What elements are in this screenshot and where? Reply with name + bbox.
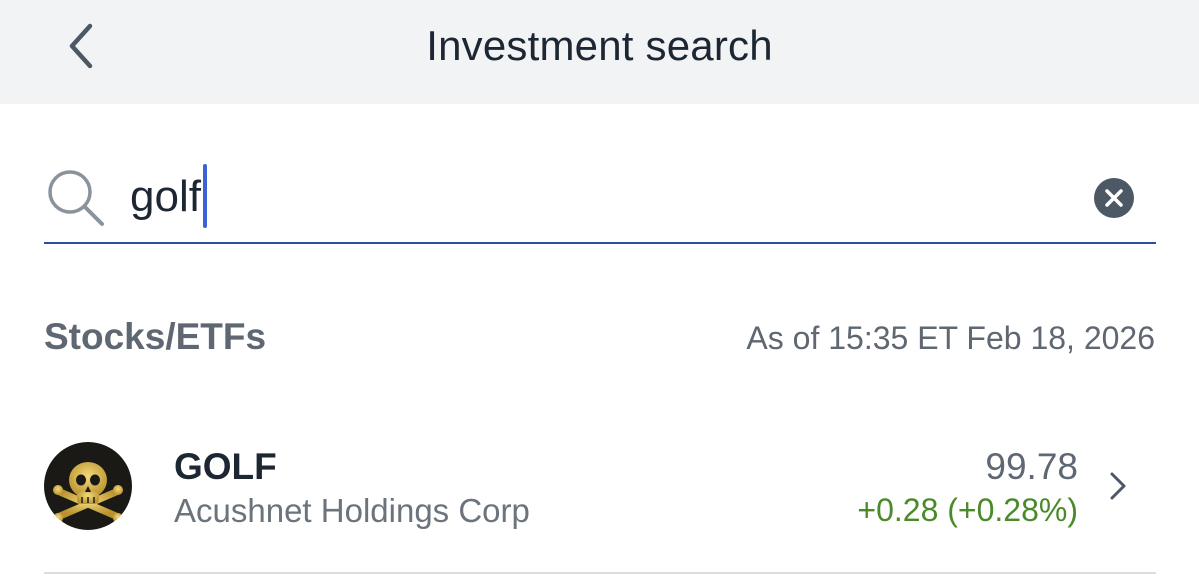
ticker-symbol: GOLF [174,446,277,487]
search-result-row[interactable]: GOLF Acushnet Holdings Corp 99.78 +0.28 … [0,414,1199,574]
price-change: +0.28 (+0.28%) [857,492,1078,528]
chevron-right-icon [1110,472,1126,500]
row-divider [44,572,1156,574]
quote-timestamp: As of 15:35 ET Feb 18, 2026 [746,320,1155,356]
avatar [44,442,132,530]
search-bar [44,152,1156,244]
search-input[interactable] [130,164,1030,230]
company-name: Acushnet Holdings Corp [174,492,530,529]
stock-price: 99.78 [985,446,1078,487]
search-icon [48,170,104,226]
section-heading: Stocks/ETFs [44,316,267,357]
close-circle-icon [1105,189,1123,207]
clear-search-button[interactable] [1094,178,1134,218]
app-header: Investment search [0,0,1199,104]
skull-crossbones-icon [53,462,123,523]
page-title: Investment search [426,22,773,69]
text-caret [203,164,207,228]
